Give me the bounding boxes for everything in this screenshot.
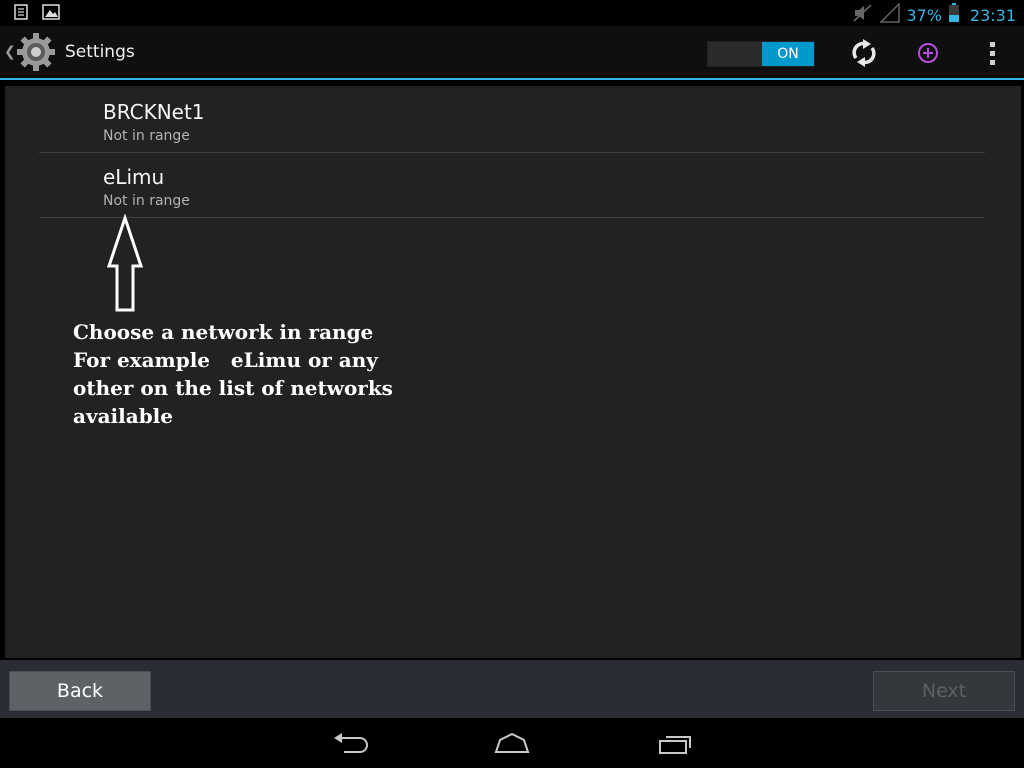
next-button[interactable]: Next <box>873 671 1015 711</box>
wifi-toggle-on-label: ON <box>762 42 814 66</box>
battery-icon <box>948 3 960 27</box>
action-bar-title: Settings <box>65 42 135 62</box>
image-icon <box>42 4 60 24</box>
wifi-toggle[interactable]: ON <box>707 41 815 67</box>
status-right: 37% 23:31 <box>852 2 1016 27</box>
notification-icon <box>14 4 28 24</box>
wifi-network-name: eLimu <box>103 165 165 189</box>
scan-icon[interactable] <box>846 36 882 70</box>
mute-icon <box>852 3 874 27</box>
wifi-list-panel: BRCKNet1 Not in range eLimu Not in range… <box>5 86 1021 658</box>
wifi-network-status: Not in range <box>103 193 190 209</box>
annotation-text: Choose a network in range For example eL… <box>73 320 393 428</box>
nav-recent-apps-icon[interactable] <box>654 730 698 756</box>
action-bar: ❮ Settings ON <box>0 26 1024 80</box>
settings-gear-icon[interactable] <box>16 32 56 72</box>
wizard-button-bar: Back Next <box>0 660 1024 718</box>
clock: 23:31 <box>969 5 1016 25</box>
battery-percent: 37% <box>906 5 942 25</box>
back-button[interactable]: Back <box>9 671 151 711</box>
wifi-network-status: Not in range <box>103 128 190 144</box>
up-caret-icon[interactable]: ❮ <box>4 44 16 60</box>
add-network-icon[interactable] <box>910 36 946 70</box>
signal-icon <box>879 2 901 27</box>
wifi-list-item[interactable]: eLimu Not in range <box>39 153 985 218</box>
wifi-network-name: BRCKNet1 <box>103 100 205 124</box>
nav-home-icon[interactable] <box>490 730 534 756</box>
up-arrow-icon <box>105 213 145 318</box>
status-left <box>14 4 60 24</box>
nav-back-icon[interactable] <box>330 730 374 756</box>
status-bar: 37% 23:31 <box>0 0 1024 26</box>
navigation-bar <box>0 718 1024 768</box>
wifi-list-item[interactable]: BRCKNet1 Not in range <box>39 88 985 153</box>
overflow-menu-icon[interactable] <box>976 36 1012 70</box>
